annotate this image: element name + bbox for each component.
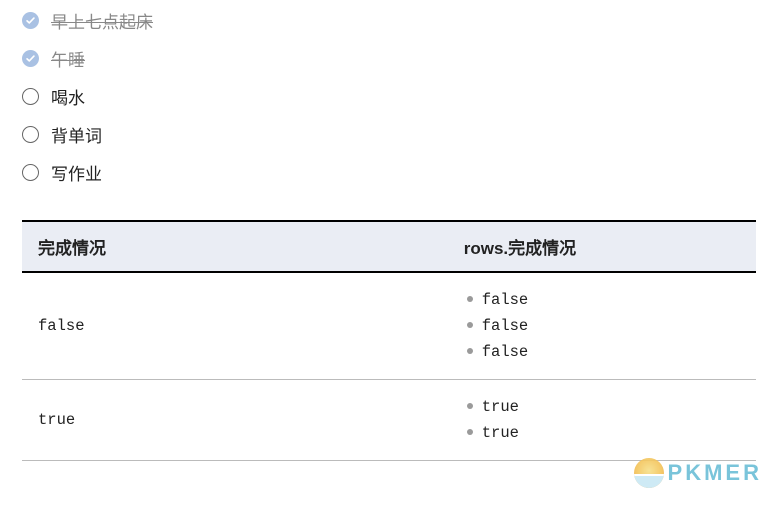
table-cell-key: true (22, 380, 448, 461)
list-item: true (482, 420, 740, 446)
table-header: rows.完成情况 (448, 221, 756, 272)
list-item: true (482, 394, 740, 420)
todo-item: 喝水 (22, 78, 756, 116)
todo-label: 早上七点起床 (51, 8, 153, 33)
checkbox-checked-icon[interactable] (22, 50, 39, 67)
todo-label: 背单词 (51, 122, 102, 147)
todo-item: 早上七点起床 (22, 2, 756, 40)
checkbox-unchecked-icon[interactable] (22, 164, 39, 181)
value-list: false false false (464, 287, 740, 365)
table-cell-values: true true (448, 380, 756, 461)
value-list: true true (464, 394, 740, 446)
list-item: false (482, 287, 740, 313)
table-row: true true true (22, 380, 756, 461)
pkmer-logo-icon (634, 458, 664, 488)
table-cell-values: false false false (448, 272, 756, 380)
table-header-row: 完成情况 rows.完成情况 (22, 221, 756, 272)
todo-list: 早上七点起床 午睡 喝水 背单词 写作业 (22, 2, 756, 192)
checkbox-unchecked-icon[interactable] (22, 88, 39, 105)
checkbox-checked-icon[interactable] (22, 12, 39, 29)
table-header: 完成情况 (22, 221, 448, 272)
checkbox-unchecked-icon[interactable] (22, 126, 39, 143)
todo-label: 午睡 (51, 46, 85, 71)
todo-item: 写作业 (22, 154, 756, 192)
watermark: PKMER (634, 458, 762, 488)
todo-label: 喝水 (51, 84, 85, 109)
list-item: false (482, 313, 740, 339)
table-row: false false false false (22, 272, 756, 380)
todo-item: 背单词 (22, 116, 756, 154)
watermark-text: PKMER (668, 460, 762, 486)
list-item: false (482, 339, 740, 365)
todo-label: 写作业 (51, 160, 102, 185)
table-cell-key: false (22, 272, 448, 380)
summary-table: 完成情况 rows.完成情况 false false false false t… (22, 220, 756, 461)
todo-item: 午睡 (22, 40, 756, 78)
